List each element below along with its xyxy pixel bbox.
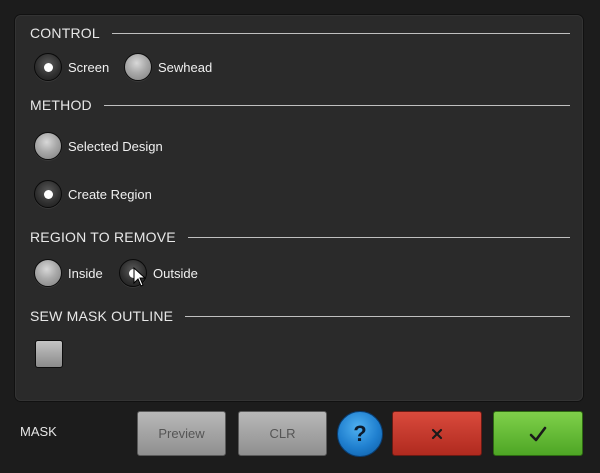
section-divider — [111, 32, 570, 34]
options-panel: CONTROL Screen Sewhead METHOD Selected D… — [15, 15, 583, 401]
preview-button[interactable]: Preview — [137, 411, 226, 456]
control-sewhead-radio[interactable]: Sewhead — [124, 53, 212, 81]
section-divider — [103, 104, 570, 106]
method-create-region-radio[interactable]: Create Region — [34, 180, 152, 208]
region-inside-label: Inside — [68, 265, 103, 281]
dialog-title: MASK — [20, 424, 57, 439]
section-divider — [187, 236, 570, 238]
section-divider — [185, 315, 570, 317]
radio-selected-icon — [119, 259, 147, 287]
region-inside-radio[interactable]: Inside — [34, 259, 103, 287]
method-section-header: METHOD — [30, 95, 570, 115]
radio-unselected-icon — [34, 259, 62, 287]
sew-mask-section-title: SEW MASK OUTLINE — [30, 308, 174, 324]
radio-selected-icon — [34, 180, 62, 208]
region-outside-label: Outside — [153, 265, 198, 281]
sew-mask-outline-checkbox[interactable] — [35, 340, 63, 368]
control-section-title: CONTROL — [30, 25, 100, 41]
control-sewhead-label: Sewhead — [158, 59, 213, 75]
radio-selected-icon — [34, 53, 62, 81]
region-outside-radio[interactable]: Outside — [119, 259, 198, 287]
question-icon: ? — [353, 421, 367, 446]
control-screen-label: Screen — [68, 59, 110, 75]
region-section-header: REGION TO REMOVE — [30, 227, 570, 247]
mask-dialog: CONTROL Screen Sewhead METHOD Selected D… — [0, 0, 600, 473]
method-section-title: METHOD — [30, 97, 92, 113]
region-section-title: REGION TO REMOVE — [30, 229, 176, 245]
x-icon — [431, 428, 443, 439]
help-button[interactable]: ? — [337, 411, 383, 457]
clear-button[interactable]: CLR — [238, 411, 327, 456]
radio-unselected-icon — [34, 132, 62, 160]
radio-unselected-icon — [124, 53, 152, 81]
method-selected-design-label: Selected Design — [68, 138, 163, 154]
ok-button[interactable] — [493, 411, 583, 456]
control-section-header: CONTROL — [30, 23, 570, 43]
method-selected-design-radio[interactable]: Selected Design — [34, 132, 163, 160]
cancel-button[interactable] — [392, 411, 482, 456]
control-screen-radio[interactable]: Screen — [34, 53, 109, 81]
method-create-region-label: Create Region — [68, 186, 152, 202]
sew-mask-section-header: SEW MASK OUTLINE — [30, 306, 570, 326]
checkmark-icon — [529, 426, 547, 441]
